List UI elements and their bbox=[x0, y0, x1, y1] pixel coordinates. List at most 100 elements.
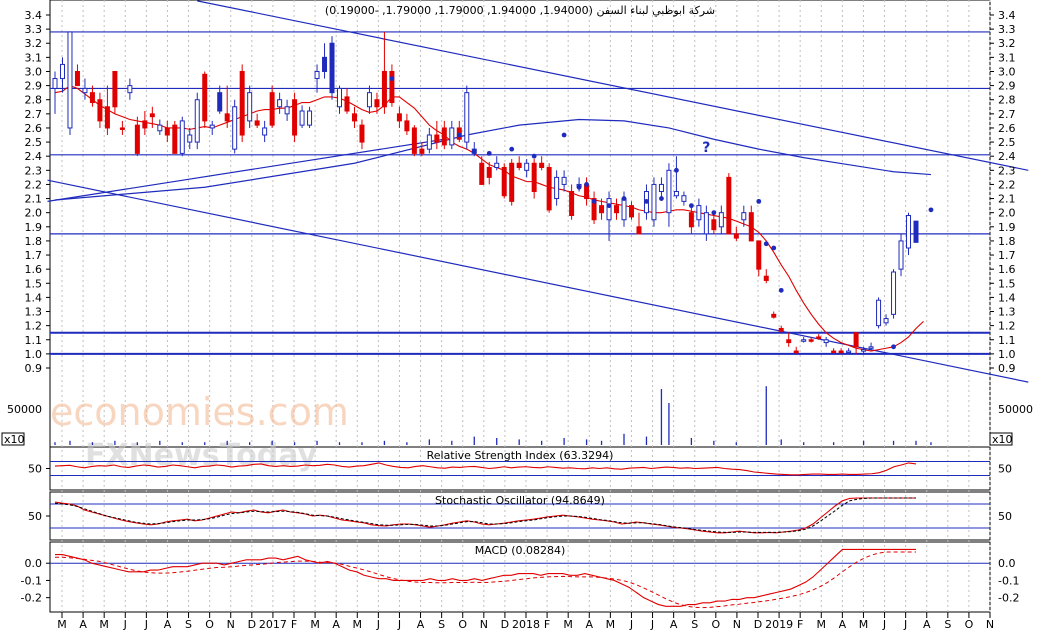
time-label: O bbox=[458, 618, 467, 631]
candle-body bbox=[471, 148, 477, 154]
candle-body bbox=[628, 205, 634, 218]
time-label: N bbox=[480, 618, 488, 631]
time-label: J bbox=[123, 618, 127, 631]
candle-body bbox=[232, 106, 238, 150]
candle-body bbox=[284, 106, 290, 115]
price-label-right: 3.2 bbox=[998, 37, 1016, 50]
price-label-right: 1.6 bbox=[998, 263, 1016, 276]
signal-dot bbox=[756, 198, 762, 204]
price-label-left: 1.7 bbox=[25, 249, 43, 262]
time-label: 2018 bbox=[512, 618, 540, 631]
price-label-right: 1.1 bbox=[998, 334, 1016, 347]
indicator-tick-right: 50 bbox=[998, 510, 1012, 523]
price-label-left: 3.0 bbox=[25, 65, 43, 78]
time-label: A bbox=[670, 618, 678, 631]
candle-body bbox=[486, 166, 492, 178]
time-label: J bbox=[397, 618, 401, 631]
candle-body bbox=[411, 127, 417, 154]
candle-body bbox=[157, 124, 163, 132]
time-label: M bbox=[859, 618, 869, 631]
price-label-left: 1.9 bbox=[25, 221, 43, 234]
price-label-left: 1.4 bbox=[25, 291, 43, 304]
time-label: M bbox=[563, 618, 573, 631]
candle-body bbox=[688, 212, 694, 228]
candle-body bbox=[696, 205, 702, 221]
candle-body bbox=[269, 92, 275, 126]
signal-dot bbox=[561, 132, 567, 138]
price-label-right: 3.1 bbox=[998, 51, 1016, 64]
candle-body bbox=[876, 299, 882, 327]
time-label: S bbox=[438, 618, 445, 631]
price-label-left: 2.3 bbox=[25, 164, 43, 177]
price-label-left: 1.0 bbox=[25, 348, 43, 361]
price-label-right: 1.4 bbox=[998, 291, 1016, 304]
candle-body bbox=[494, 162, 500, 168]
candle-body bbox=[322, 56, 328, 72]
candle-body bbox=[658, 183, 664, 193]
price-label-left: 2.6 bbox=[25, 122, 43, 135]
time-label: A bbox=[79, 618, 87, 631]
candle-body bbox=[224, 113, 230, 122]
signal-dot bbox=[329, 76, 335, 81]
candle-body bbox=[516, 162, 522, 168]
candle-body bbox=[329, 42, 335, 94]
indicator-title-0: Relative Strength Index (63.3294) bbox=[427, 449, 614, 462]
time-label: M bbox=[817, 618, 827, 631]
candle-body bbox=[351, 113, 357, 122]
candle-body bbox=[396, 113, 402, 122]
candle-body bbox=[861, 349, 867, 352]
price-label-right: 2.7 bbox=[998, 108, 1016, 121]
indicator-tick-right: -0.2 bbox=[998, 592, 1019, 605]
signal-dot bbox=[584, 182, 589, 187]
candle-body bbox=[344, 96, 350, 112]
candle-body bbox=[112, 70, 118, 108]
trend-line bbox=[47, 179, 1029, 383]
candle-body bbox=[262, 127, 268, 136]
candle-body bbox=[67, 31, 73, 129]
candle-body bbox=[314, 70, 320, 80]
signal-dot bbox=[621, 196, 627, 201]
candle-body bbox=[247, 92, 253, 122]
volume-label-left: 50000 bbox=[7, 403, 42, 416]
price-label-right: 2.9 bbox=[998, 80, 1016, 93]
chart-title: شركة ابوظبي لبناء السفن (1.94000, 1.9400… bbox=[325, 4, 715, 17]
time-label: J bbox=[144, 618, 148, 631]
candle-body bbox=[569, 191, 575, 217]
candle-body bbox=[614, 205, 620, 214]
candle-body bbox=[194, 99, 200, 143]
time-label: S bbox=[691, 618, 698, 631]
candle-body bbox=[786, 339, 792, 344]
price-label-left: 2.4 bbox=[25, 150, 43, 163]
candle-body bbox=[419, 148, 425, 154]
price-label-left: 2.9 bbox=[25, 80, 43, 93]
candle-body bbox=[711, 219, 717, 231]
time-label: M bbox=[57, 618, 67, 631]
candle-body bbox=[239, 70, 245, 136]
candle-body bbox=[823, 339, 829, 344]
candle-body bbox=[831, 350, 837, 354]
signal-dot bbox=[486, 150, 492, 156]
signal-dot bbox=[456, 132, 462, 138]
time-label: A bbox=[923, 618, 931, 631]
price-label-right: 3.3 bbox=[998, 23, 1016, 36]
candle-body bbox=[374, 99, 380, 108]
candle-body bbox=[898, 240, 904, 270]
time-label: S bbox=[944, 618, 951, 631]
candle-body bbox=[449, 127, 455, 146]
trend-line bbox=[47, 138, 445, 202]
candle-body bbox=[464, 92, 470, 143]
price-label-right: 1.5 bbox=[998, 277, 1016, 290]
signal-dot bbox=[928, 207, 934, 213]
time-label: F bbox=[797, 618, 803, 631]
time-label: S bbox=[185, 618, 192, 631]
candle-body bbox=[404, 120, 410, 132]
price-label-left: 2.7 bbox=[25, 108, 43, 121]
price-label-left: 2.0 bbox=[25, 207, 43, 220]
time-label: F bbox=[544, 618, 550, 631]
watermark-economies: economies.com bbox=[50, 390, 349, 434]
candle-body bbox=[441, 127, 447, 146]
candle-body bbox=[546, 166, 552, 211]
signal-dot bbox=[576, 184, 582, 190]
candle-body bbox=[359, 124, 365, 143]
candle-body bbox=[599, 205, 605, 214]
